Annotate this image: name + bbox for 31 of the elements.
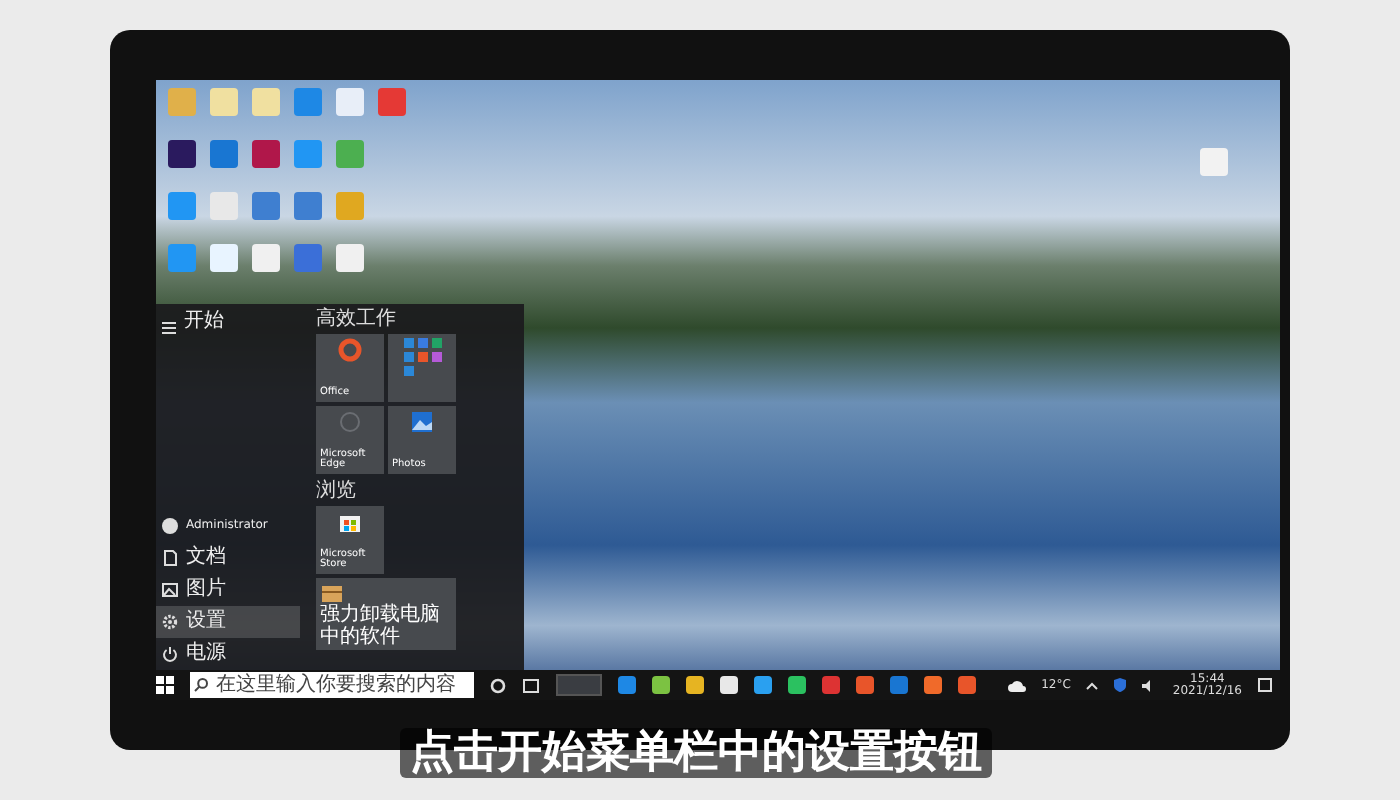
- app-tile[interactable]: [388, 334, 456, 402]
- start-title: 开始: [184, 312, 224, 336]
- package-icon: [320, 582, 344, 606]
- group-title: 浏览: [316, 482, 358, 502]
- picture-icon: [162, 582, 178, 598]
- task-view-icon[interactable]: [522, 677, 540, 693]
- start-menu-item[interactable]: 设置: [156, 606, 300, 638]
- office-icon: [338, 338, 362, 362]
- app-group-icon: [403, 338, 441, 376]
- power-icon: [162, 646, 178, 662]
- shield-icon[interactable]: [1114, 678, 1127, 692]
- start-menu-item[interactable]: 电源: [156, 638, 300, 670]
- photo-icon: [410, 410, 434, 434]
- document-icon[interactable]: [1200, 148, 1228, 176]
- menu-icon[interactable]: [162, 322, 176, 334]
- subtitle-caption: 点击开始菜单栏中的设置按钮: [400, 728, 992, 779]
- windows-logo-icon[interactable]: [156, 676, 174, 694]
- search-field[interactable]: 在这里输入你要搜索的内容: [190, 672, 474, 698]
- settings-icon: [162, 614, 178, 630]
- chevron-up-icon[interactable]: [1086, 681, 1099, 689]
- user-avatar-icon: [162, 518, 178, 534]
- app-tile[interactable]: 强力卸载电脑中的软件: [316, 578, 456, 650]
- store-bag-icon: [338, 510, 362, 534]
- start-menu-item[interactable]: 图片: [156, 574, 300, 606]
- notification-icon[interactable]: [1258, 678, 1272, 692]
- cloud-icon[interactable]: [1007, 679, 1026, 691]
- start-menu-item[interactable]: 文档: [156, 542, 300, 574]
- search-icon: [194, 678, 208, 692]
- circle-icon[interactable]: [490, 677, 506, 693]
- document-icon: [162, 550, 178, 566]
- group-title: 高效工作: [316, 310, 398, 330]
